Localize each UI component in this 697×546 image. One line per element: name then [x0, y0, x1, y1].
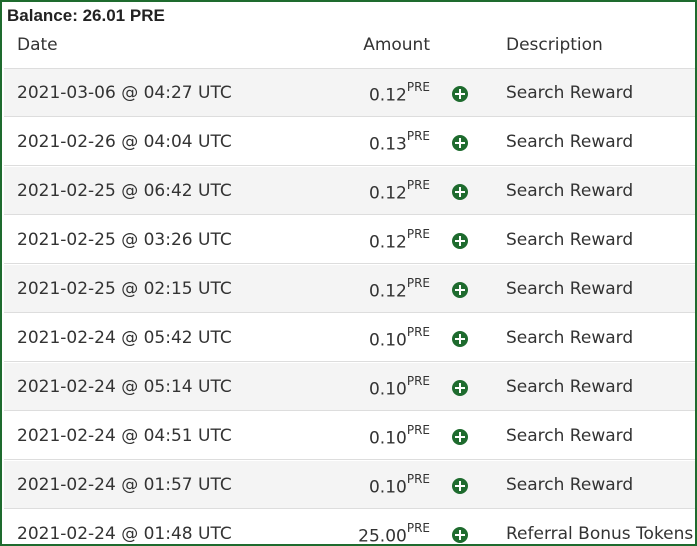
plus-circle-icon — [452, 282, 468, 298]
balance-label: Balance: 26.01 PRE — [7, 6, 165, 25]
amount-unit: PRE — [406, 472, 430, 486]
amount-unit: PRE — [406, 423, 430, 437]
amount-value: 0.13 — [368, 134, 407, 155]
row-amount: 0.10PRE — [368, 374, 430, 400]
row-description: Search Reward — [506, 475, 634, 495]
plus-circle-icon — [452, 527, 468, 543]
row-amount: 0.12PRE — [368, 178, 430, 204]
amount-value: 0.10 — [368, 330, 407, 351]
plus-circle-icon — [452, 86, 468, 102]
row-amount: 0.12PRE — [368, 227, 430, 253]
row-date: 2021-02-25 @ 03:26 UTC — [17, 230, 232, 250]
row-date: 2021-02-24 @ 04:51 UTC — [17, 426, 232, 446]
transactions-panel: Balance: 26.01 PRE Date Amount Descripti… — [0, 0, 697, 546]
table-row: 2021-02-24 @ 01:48 UTC 25.00PRE Referral… — [4, 510, 695, 546]
amount-unit: PRE — [406, 178, 430, 192]
column-header-amount: Amount — [363, 35, 430, 55]
row-date: 2021-02-24 @ 05:14 UTC — [17, 377, 232, 397]
table-row: 2021-02-25 @ 02:15 UTC 0.12PRE Search Re… — [4, 265, 695, 313]
table-row: 2021-03-06 @ 04:27 UTC 0.12PRE Search Re… — [4, 69, 695, 117]
amount-unit: PRE — [406, 227, 430, 241]
table-row: 2021-02-25 @ 06:42 UTC 0.12PRE Search Re… — [4, 167, 695, 215]
row-description: Search Reward — [506, 279, 634, 299]
amount-value: 0.10 — [368, 379, 407, 400]
row-date: 2021-02-26 @ 04:04 UTC — [17, 132, 232, 152]
table-row: 2021-02-24 @ 01:57 UTC 0.10PRE Search Re… — [4, 461, 695, 509]
row-amount: 0.10PRE — [368, 423, 430, 449]
plus-circle-icon — [452, 478, 468, 494]
table-row: 2021-02-24 @ 04:51 UTC 0.10PRE Search Re… — [4, 412, 695, 460]
row-description: Search Reward — [506, 83, 634, 103]
row-amount: 0.12PRE — [368, 276, 430, 302]
plus-circle-icon — [452, 331, 468, 347]
row-description: Search Reward — [506, 328, 634, 348]
amount-value: 0.10 — [368, 428, 407, 449]
row-amount: 0.10PRE — [368, 325, 430, 351]
row-date: 2021-03-06 @ 04:27 UTC — [17, 83, 232, 103]
row-date: 2021-02-24 @ 01:57 UTC — [17, 475, 232, 495]
table-row: 2021-02-25 @ 03:26 UTC 0.12PRE Search Re… — [4, 216, 695, 264]
amount-value: 0.10 — [368, 477, 407, 498]
row-date: 2021-02-24 @ 01:48 UTC — [17, 524, 232, 544]
plus-circle-icon — [452, 429, 468, 445]
row-description: Search Reward — [506, 181, 634, 201]
amount-value: 25.00 — [358, 526, 407, 546]
row-date: 2021-02-25 @ 06:42 UTC — [17, 181, 232, 201]
amount-value: 0.12 — [368, 183, 407, 204]
row-date: 2021-02-25 @ 02:15 UTC — [17, 279, 232, 299]
row-description: Search Reward — [506, 230, 634, 250]
amount-unit: PRE — [406, 276, 430, 290]
table-row: 2021-02-24 @ 05:42 UTC 0.10PRE Search Re… — [4, 314, 695, 362]
amount-value: 0.12 — [368, 232, 407, 253]
column-header-date: Date — [17, 35, 58, 55]
column-header-description: Description — [506, 35, 603, 55]
amount-value: 0.12 — [368, 281, 407, 302]
row-amount: 0.12PRE — [368, 80, 430, 106]
amount-unit: PRE — [406, 325, 430, 339]
amount-unit: PRE — [406, 129, 430, 143]
amount-unit: PRE — [406, 80, 430, 94]
table-row: 2021-02-24 @ 05:14 UTC 0.10PRE Search Re… — [4, 363, 695, 411]
row-description: Search Reward — [506, 377, 634, 397]
table-header: Date Amount Description — [4, 30, 695, 69]
plus-circle-icon — [452, 184, 468, 200]
plus-circle-icon — [452, 233, 468, 249]
row-amount: 0.10PRE — [368, 472, 430, 498]
row-amount: 25.00PRE — [358, 521, 430, 546]
row-date: 2021-02-24 @ 05:42 UTC — [17, 328, 232, 348]
plus-circle-icon — [452, 135, 468, 151]
amount-value: 0.12 — [368, 85, 407, 106]
row-description: Search Reward — [506, 426, 634, 446]
table-row: 2021-02-26 @ 04:04 UTC 0.13PRE Search Re… — [4, 118, 695, 166]
amount-unit: PRE — [406, 374, 430, 388]
row-amount: 0.13PRE — [368, 129, 430, 155]
row-description: Referral Bonus Tokens — [506, 524, 694, 544]
plus-circle-icon — [452, 380, 468, 396]
row-description: Search Reward — [506, 132, 634, 152]
amount-unit: PRE — [406, 521, 430, 535]
